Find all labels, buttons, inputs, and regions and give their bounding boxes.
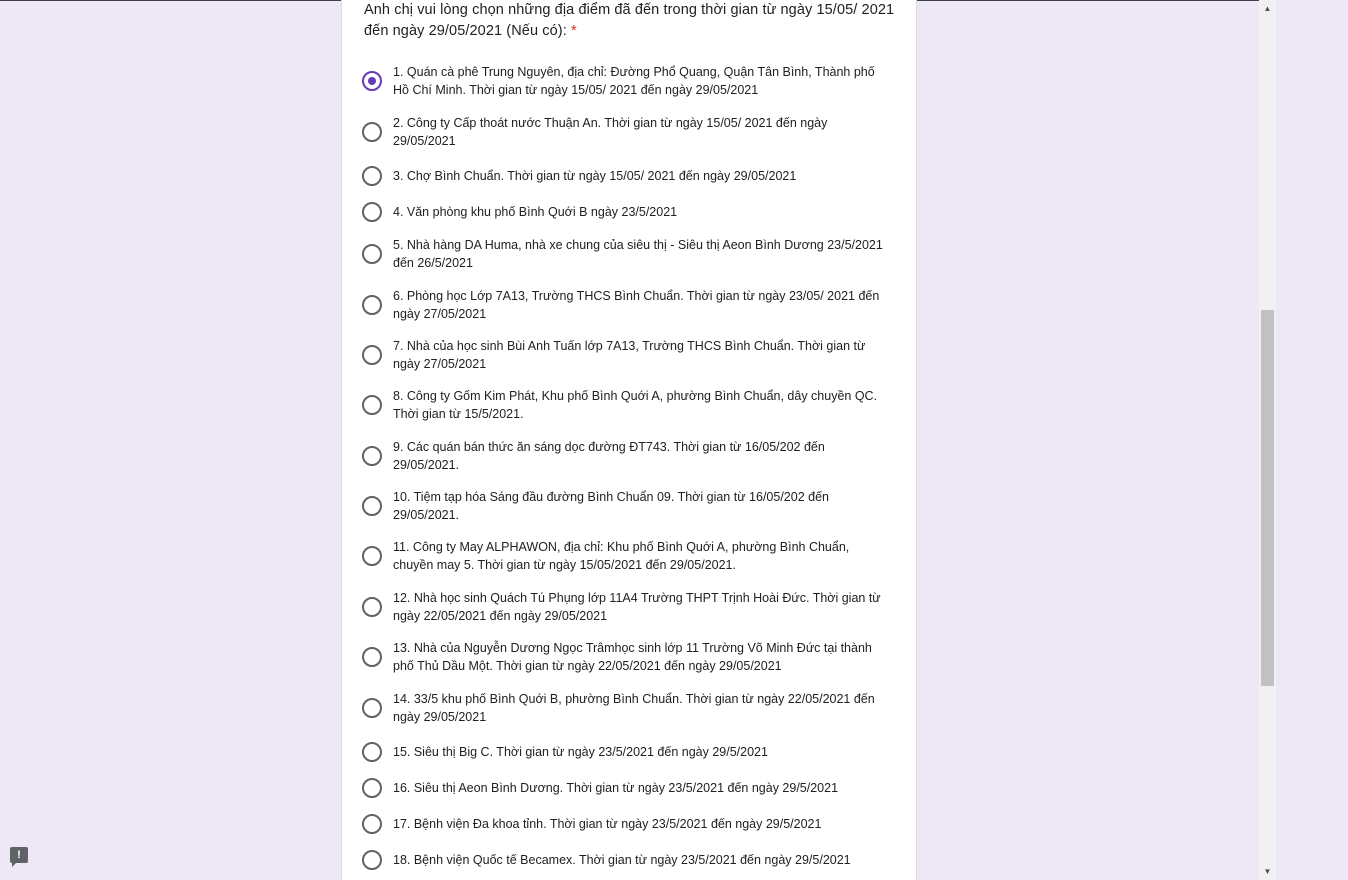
radio-option-label: 3. Chợ Bình Chuẩn. Thời gian từ ngày 15/…: [393, 169, 797, 183]
radio-option-label: 18. Bệnh viện Quốc tế Becamex. Thời gian…: [393, 853, 851, 867]
radio-option-label: 4. Văn phòng khu phố Bình Quới B ngày 23…: [393, 205, 678, 219]
radio-option-label: 14. 33/5 khu phố Bình Quới B, phường Bìn…: [393, 692, 875, 724]
radio-option-13[interactable]: 13. Nhà của Nguyễn Dương Ngọc Trâmhọc si…: [362, 639, 892, 675]
radio-option-2[interactable]: 2. Công ty Cấp thoát nước Thuận An. Thời…: [362, 114, 892, 150]
radio-button[interactable]: [362, 546, 382, 566]
radio-button[interactable]: [362, 698, 382, 718]
radio-option-label: 16. Siêu thị Aeon Bình Dương. Thời gian …: [393, 781, 839, 795]
radio-option-1[interactable]: 1. Quán cà phê Trung Nguyên, địa chỉ: Đư…: [362, 63, 892, 99]
radio-option-6[interactable]: 6. Phòng học Lớp 7A13, Trường THCS Bình …: [362, 287, 892, 323]
radio-button[interactable]: [362, 446, 382, 466]
radio-option-7[interactable]: 7. Nhà của học sinh Bùi Anh Tuấn lớp 7A1…: [362, 337, 892, 373]
radio-option-label: 15. Siêu thị Big C. Thời gian từ ngày 23…: [393, 745, 768, 759]
radio-button[interactable]: [362, 814, 382, 834]
radio-button[interactable]: [362, 597, 382, 617]
radio-button[interactable]: [362, 244, 382, 264]
radio-option-12[interactable]: 12. Nhà học sinh Quách Tú Phụng lớp 11A4…: [362, 589, 892, 625]
arrow-down-icon[interactable]: ▼: [1259, 863, 1276, 880]
radio-option-18[interactable]: 18. Bệnh viện Quốc tế Becamex. Thời gian…: [362, 850, 892, 870]
radio-option-14[interactable]: 14. 33/5 khu phố Bình Quới B, phường Bìn…: [362, 690, 892, 726]
radio-option-label: 9. Các quán bán thức ăn sáng dọc đường Đ…: [393, 440, 825, 472]
radio-option-label: 10. Tiệm tạp hóa Sáng đầu đường Bình Chu…: [393, 490, 829, 522]
radio-option-4[interactable]: 4. Văn phòng khu phố Bình Quới B ngày 23…: [362, 202, 892, 222]
report-problem-icon[interactable]: !: [10, 847, 28, 867]
radio-option-9[interactable]: 9. Các quán bán thức ăn sáng dọc đường Đ…: [362, 438, 892, 474]
radio-option-label: 13. Nhà của Nguyễn Dương Ngọc Trâmhọc si…: [393, 641, 872, 673]
radio-button[interactable]: [362, 647, 382, 667]
radio-option-5[interactable]: 5. Nhà hàng DA Huma, nhà xe chung của si…: [362, 236, 892, 272]
radio-option-11[interactable]: 11. Công ty May ALPHAWON, địa chỉ: Khu p…: [362, 538, 892, 574]
radio-button[interactable]: [362, 122, 382, 142]
radio-option-label: 7. Nhà của học sinh Bùi Anh Tuấn lớp 7A1…: [393, 339, 866, 371]
radio-button[interactable]: [362, 345, 382, 365]
vertical-scrollbar[interactable]: ▲ ▼: [1259, 0, 1276, 880]
radio-option-17[interactable]: 17. Bệnh viện Đa khoa tỉnh. Thời gian từ…: [362, 814, 892, 834]
radio-option-label: 5. Nhà hàng DA Huma, nhà xe chung của si…: [393, 238, 883, 270]
radio-button[interactable]: [362, 742, 382, 762]
radio-button[interactable]: [362, 295, 382, 315]
radio-option-label: 6. Phòng học Lớp 7A13, Trường THCS Bình …: [393, 289, 880, 321]
radio-option-3[interactable]: 3. Chợ Bình Chuẩn. Thời gian từ ngày 15/…: [362, 166, 892, 186]
radio-option-8[interactable]: 8. Công ty Gốm Kim Phát, Khu phố Bình Qu…: [362, 387, 892, 423]
radio-button[interactable]: [362, 778, 382, 798]
radio-option-label: 8. Công ty Gốm Kim Phát, Khu phố Bình Qu…: [393, 389, 878, 421]
radio-button[interactable]: [362, 71, 382, 91]
radio-option-16[interactable]: 16. Siêu thị Aeon Bình Dương. Thời gian …: [362, 778, 892, 798]
radio-option-label: 17. Bệnh viện Đa khoa tỉnh. Thời gian từ…: [393, 817, 822, 831]
question-card: Anh chị vui lòng chọn những địa điểm đã …: [341, 0, 917, 880]
question-text: Anh chị vui lòng chọn những địa điểm đã …: [364, 2, 895, 39]
radio-button[interactable]: [362, 496, 382, 516]
arrow-up-icon[interactable]: ▲: [1259, 0, 1276, 17]
form-page: Anh chị vui lòng chọn những địa điểm đã …: [0, 0, 1348, 880]
radio-button[interactable]: [362, 202, 382, 222]
radio-option-15[interactable]: 15. Siêu thị Big C. Thời gian từ ngày 23…: [362, 742, 892, 762]
question-title: Anh chị vui lòng chọn những địa điểm đã …: [364, 0, 904, 42]
radio-option-10[interactable]: 10. Tiệm tạp hóa Sáng đầu đường Bình Chu…: [362, 488, 892, 524]
required-asterisk: *: [570, 23, 577, 39]
radio-option-label: 12. Nhà học sinh Quách Tú Phụng lớp 11A4…: [393, 591, 881, 623]
scrollbar-thumb[interactable]: [1261, 310, 1274, 686]
radio-option-label: 2. Công ty Cấp thoát nước Thuận An. Thời…: [393, 116, 828, 148]
radio-option-label: 1. Quán cà phê Trung Nguyên, địa chỉ: Đư…: [393, 65, 875, 97]
radio-button[interactable]: [362, 395, 382, 415]
radio-button[interactable]: [362, 166, 382, 186]
radio-button[interactable]: [362, 850, 382, 870]
radio-option-label: 11. Công ty May ALPHAWON, địa chỉ: Khu p…: [393, 540, 850, 572]
